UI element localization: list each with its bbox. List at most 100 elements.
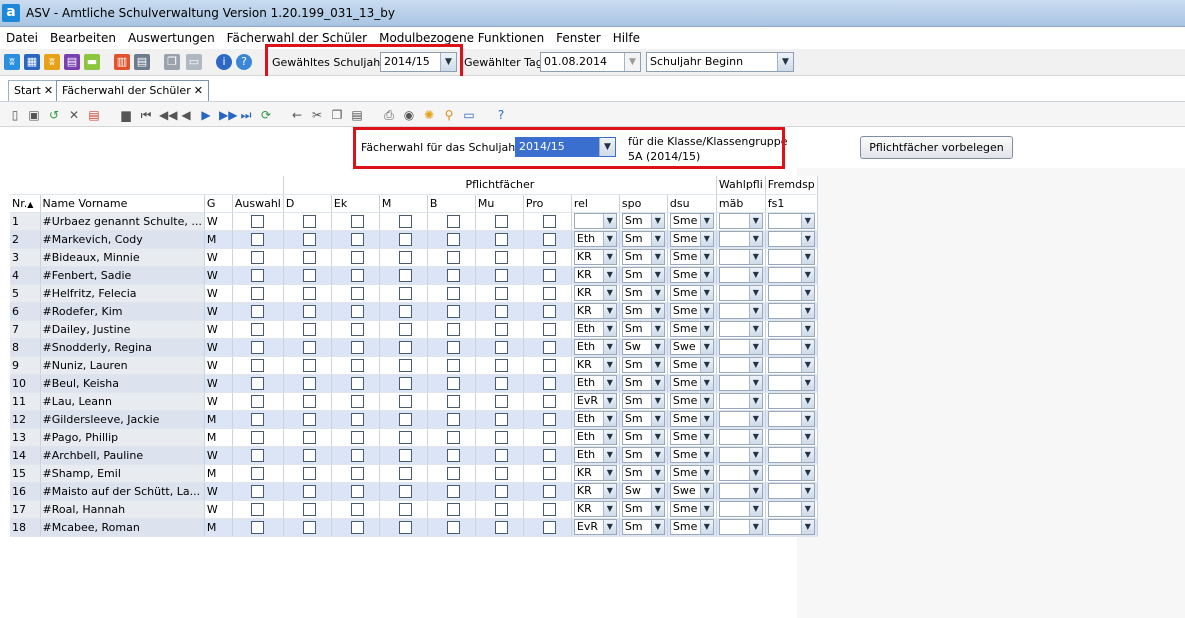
table-row[interactable]: 15 #Shamp, Emil M KR ▼ Sm ▼ Sme ▼ ▼ ▼ — [10, 464, 818, 483]
delete-icon[interactable]: ✕ — [67, 108, 81, 122]
dsu-select[interactable]: Sme ▼ — [669, 519, 714, 535]
d-checkbox[interactable] — [302, 232, 316, 246]
d-checkbox[interactable] — [302, 484, 316, 498]
mu-checkbox[interactable] — [494, 286, 508, 300]
classes-icon[interactable]: ▦ — [24, 54, 40, 70]
spo-select[interactable]: Sm ▼ — [621, 447, 665, 463]
m-checkbox[interactable] — [398, 286, 412, 300]
pro-checkbox[interactable] — [542, 322, 556, 336]
table-row[interactable]: 6 #Rodefer, Kim W KR ▼ Sm ▼ Sme ▼ ▼ ▼ — [10, 302, 818, 321]
pro-checkbox[interactable] — [542, 268, 556, 282]
spo-select[interactable]: Sm ▼ — [621, 213, 665, 229]
maeb-select[interactable]: ▼ — [718, 429, 763, 445]
mu-checkbox[interactable] — [494, 520, 508, 534]
b-checkbox[interactable] — [446, 304, 460, 318]
auswahl-checkbox[interactable] — [250, 430, 264, 444]
auswahl-checkbox[interactable] — [250, 340, 264, 354]
save-icon[interactable]: ▣ — [27, 108, 41, 122]
table-row[interactable]: 7 #Dailey, Justine W Eth ▼ Sm ▼ Sme ▼ ▼ ▼ — [10, 320, 818, 339]
auswahl-checkbox[interactable] — [250, 358, 264, 372]
auswahl-checkbox[interactable] — [250, 322, 264, 336]
col-pro[interactable]: Pro — [523, 194, 572, 213]
dsu-select[interactable]: Sme ▼ — [669, 411, 714, 427]
rel-select[interactable]: Eth ▼ — [573, 231, 617, 247]
dsu-select[interactable]: Sme ▼ — [669, 303, 714, 319]
mu-checkbox[interactable] — [494, 412, 508, 426]
maeb-select[interactable]: ▼ — [718, 321, 763, 337]
mu-checkbox[interactable] — [494, 358, 508, 372]
b-checkbox[interactable] — [446, 376, 460, 390]
mu-checkbox[interactable] — [494, 394, 508, 408]
mu-checkbox[interactable] — [494, 466, 508, 480]
mu-checkbox[interactable] — [494, 250, 508, 264]
spo-select[interactable]: Sm ▼ — [621, 231, 665, 247]
rel-select[interactable]: Eth ▼ — [573, 411, 617, 427]
rel-select[interactable]: KR ▼ — [573, 465, 617, 481]
tab-start[interactable]: Start ✕ — [8, 80, 60, 101]
auswahl-checkbox[interactable] — [250, 520, 264, 534]
table-row[interactable]: 5 #Helfritz, Felecia W KR ▼ Sm ▼ Sme ▼ ▼ ▼ — [10, 284, 818, 303]
period-select[interactable]: Schuljahr Beginn ▼ — [646, 52, 794, 72]
fs1-select[interactable]: ▼ — [767, 483, 815, 499]
rel-select[interactable]: ▼ — [573, 213, 617, 229]
maeb-select[interactable]: ▼ — [718, 249, 763, 265]
ek-checkbox[interactable] — [350, 394, 364, 408]
table-row[interactable]: 12 #Gildersleeve, Jackie M Eth ▼ Sm ▼ Sme ▼ ▼ ▼ — [10, 410, 818, 429]
maeb-select[interactable]: ▼ — [718, 519, 763, 535]
pro-checkbox[interactable] — [542, 394, 556, 408]
dsu-select[interactable]: Swe ▼ — [669, 339, 714, 355]
m-checkbox[interactable] — [398, 466, 412, 480]
fs1-select[interactable]: ▼ — [767, 447, 815, 463]
m-checkbox[interactable] — [398, 520, 412, 534]
m-checkbox[interactable] — [398, 394, 412, 408]
maeb-select[interactable]: ▼ — [718, 375, 763, 391]
students-icon[interactable]: ʬ — [4, 54, 20, 70]
mu-checkbox[interactable] — [494, 232, 508, 246]
fs1-select[interactable]: ▼ — [767, 411, 815, 427]
cut-icon[interactable]: ✂ — [310, 108, 324, 122]
m-checkbox[interactable] — [398, 250, 412, 264]
col-nr[interactable]: Nr.▲ — [10, 194, 41, 213]
messages-icon[interactable]: ▬ — [84, 54, 100, 70]
menu-bearbeiten[interactable]: Bearbeiten — [50, 31, 116, 45]
mu-checkbox[interactable] — [494, 268, 508, 282]
m-checkbox[interactable] — [398, 232, 412, 246]
pro-checkbox[interactable] — [542, 484, 556, 498]
menu-auswertungen[interactable]: Auswertungen — [128, 31, 215, 45]
rel-select[interactable]: KR ▼ — [573, 285, 617, 301]
m-checkbox[interactable] — [398, 430, 412, 444]
m-checkbox[interactable] — [398, 484, 412, 498]
auswahl-checkbox[interactable] — [250, 268, 264, 282]
spo-select[interactable]: Sw ▼ — [621, 483, 665, 499]
menu-faecherwahl[interactable]: Fächerwahl der Schüler — [227, 31, 367, 45]
ek-checkbox[interactable] — [350, 502, 364, 516]
rel-select[interactable]: KR ▼ — [573, 267, 617, 283]
spo-select[interactable]: Sm ▼ — [621, 393, 665, 409]
fs1-select[interactable]: ▼ — [767, 231, 815, 247]
rel-select[interactable]: Eth ▼ — [573, 429, 617, 445]
book-icon[interactable]: ▥ — [114, 54, 130, 70]
spo-select[interactable]: Sw ▼ — [621, 339, 665, 355]
dsu-select[interactable]: Sme ▼ — [669, 249, 714, 265]
col-maeb[interactable]: mäb — [716, 194, 766, 213]
day-select[interactable]: 01.08.2014 ▼ — [540, 52, 641, 72]
rel-select[interactable]: KR ▼ — [573, 303, 617, 319]
b-checkbox[interactable] — [446, 358, 460, 372]
b-checkbox[interactable] — [446, 268, 460, 282]
dsu-select[interactable]: Sme ▼ — [669, 429, 714, 445]
fs1-select[interactable]: ▼ — [767, 501, 815, 517]
next-icon[interactable]: ▶ — [199, 108, 213, 122]
fs1-select[interactable]: ▼ — [767, 303, 815, 319]
courses-icon[interactable]: ▤ — [64, 54, 80, 70]
col-gender[interactable]: G — [204, 194, 233, 213]
refresh-icon[interactable]: ⟳ — [259, 108, 273, 122]
b-checkbox[interactable] — [446, 214, 460, 228]
maeb-select[interactable]: ▼ — [718, 231, 763, 247]
mu-checkbox[interactable] — [494, 448, 508, 462]
col-name[interactable]: Name Vorname — [40, 194, 205, 213]
b-checkbox[interactable] — [446, 394, 460, 408]
spo-select[interactable]: Sm ▼ — [621, 267, 665, 283]
fs1-select[interactable]: ▼ — [767, 285, 815, 301]
table-row[interactable]: 17 #Roal, Hannah W KR ▼ Sm ▼ Sme ▼ ▼ ▼ — [10, 500, 818, 519]
undo-icon[interactable]: ↺ — [47, 108, 61, 122]
